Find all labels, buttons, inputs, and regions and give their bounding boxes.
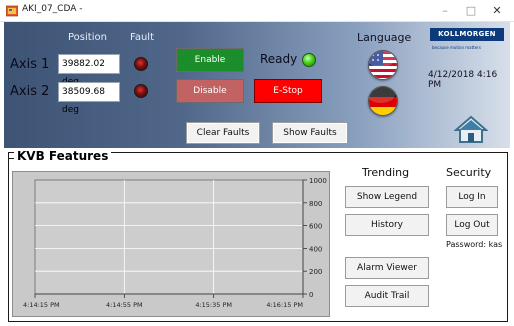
axis-2-fault-indicator [134,84,148,98]
home-icon [453,115,489,143]
y-tick-label: 200 [309,268,322,276]
show-legend-button[interactable]: Show Legend [345,186,429,208]
y-tick-label: 400 [309,245,322,253]
y-tick-label: 1000 [309,177,327,185]
y-tick-label: 800 [309,200,322,208]
german-flag-button[interactable] [368,86,398,116]
estop-button[interactable]: E-Stop [254,79,322,103]
disable-button[interactable]: Disable [176,79,244,103]
axis-2-position-field: 38509.68 deg [58,82,120,115]
plot-area [34,179,304,295]
axis-1-label: Axis 1 [10,57,50,72]
kollmorgen-logo: KOLLMORGEN because motion matters [430,28,504,58]
language-label: Language [357,31,412,44]
axis-1-position-field: 39882.02 deg [58,54,120,87]
enable-button[interactable]: Enable [176,48,244,72]
window-titlebar: AKI_07_CDA - – □ ✕ [0,0,514,22]
axis-1-fault-indicator [134,57,148,71]
close-button[interactable]: ✕ [484,2,510,20]
login-button[interactable]: Log In [446,186,498,208]
german-flag-icon [369,87,397,115]
minimize-button[interactable]: – [432,2,458,20]
alarm-viewer-button[interactable]: Alarm Viewer [345,257,429,279]
ready-indicator [302,53,316,67]
kvb-features-title: KVB Features [14,149,112,163]
show-faults-button[interactable]: Show Faults [272,122,348,144]
trending-title: Trending [362,166,410,179]
axis-2-label: Axis 2 [10,84,50,99]
trend-chart-svg: 0 200 400 600 800 1000 4:14:15 PM 4:14:55 PM 4:1… [23,177,327,309]
fault-column-label: Fault [130,32,154,43]
date-time-display: 4/12/2018 4:16 PM [428,70,498,90]
us-flag-icon [369,51,397,79]
y-tick-label: 0 [309,291,313,299]
ready-label: Ready [260,52,298,66]
logo-wordmark: KOLLMORGEN [430,28,504,41]
trend-chart[interactable]: 0 200 400 600 800 1000 4:14:15 PM 4:14:55 PM 4:1… [12,171,330,317]
y-tick-label: 600 [309,223,322,231]
english-flag-button[interactable] [368,50,398,80]
status-header-panel: Position Fault Axis 1 39882.02 deg Axis … [4,22,510,148]
logo-tagline: because motion matters [432,45,481,50]
x-tick-label: 4:15:35 PM [195,301,232,309]
maximize-button[interactable]: □ [458,2,484,20]
clear-faults-button[interactable]: Clear Faults [186,122,260,144]
position-column-label: Position [68,32,107,43]
history-button[interactable]: History [345,214,429,236]
password-hint: Password: kas [446,240,503,249]
x-tick-label: 4:14:55 PM [106,301,143,309]
home-button[interactable] [453,114,489,144]
logout-button[interactable]: Log Out [446,214,498,236]
x-tick-label: 4:14:15 PM [23,301,60,309]
x-tick-label: 4:16:15 PM [266,301,303,309]
window-title: AKI_07_CDA - [22,4,83,14]
security-title: Security [446,166,492,179]
audit-trail-button[interactable]: Audit Trail [345,285,429,307]
app-icon [6,5,18,17]
